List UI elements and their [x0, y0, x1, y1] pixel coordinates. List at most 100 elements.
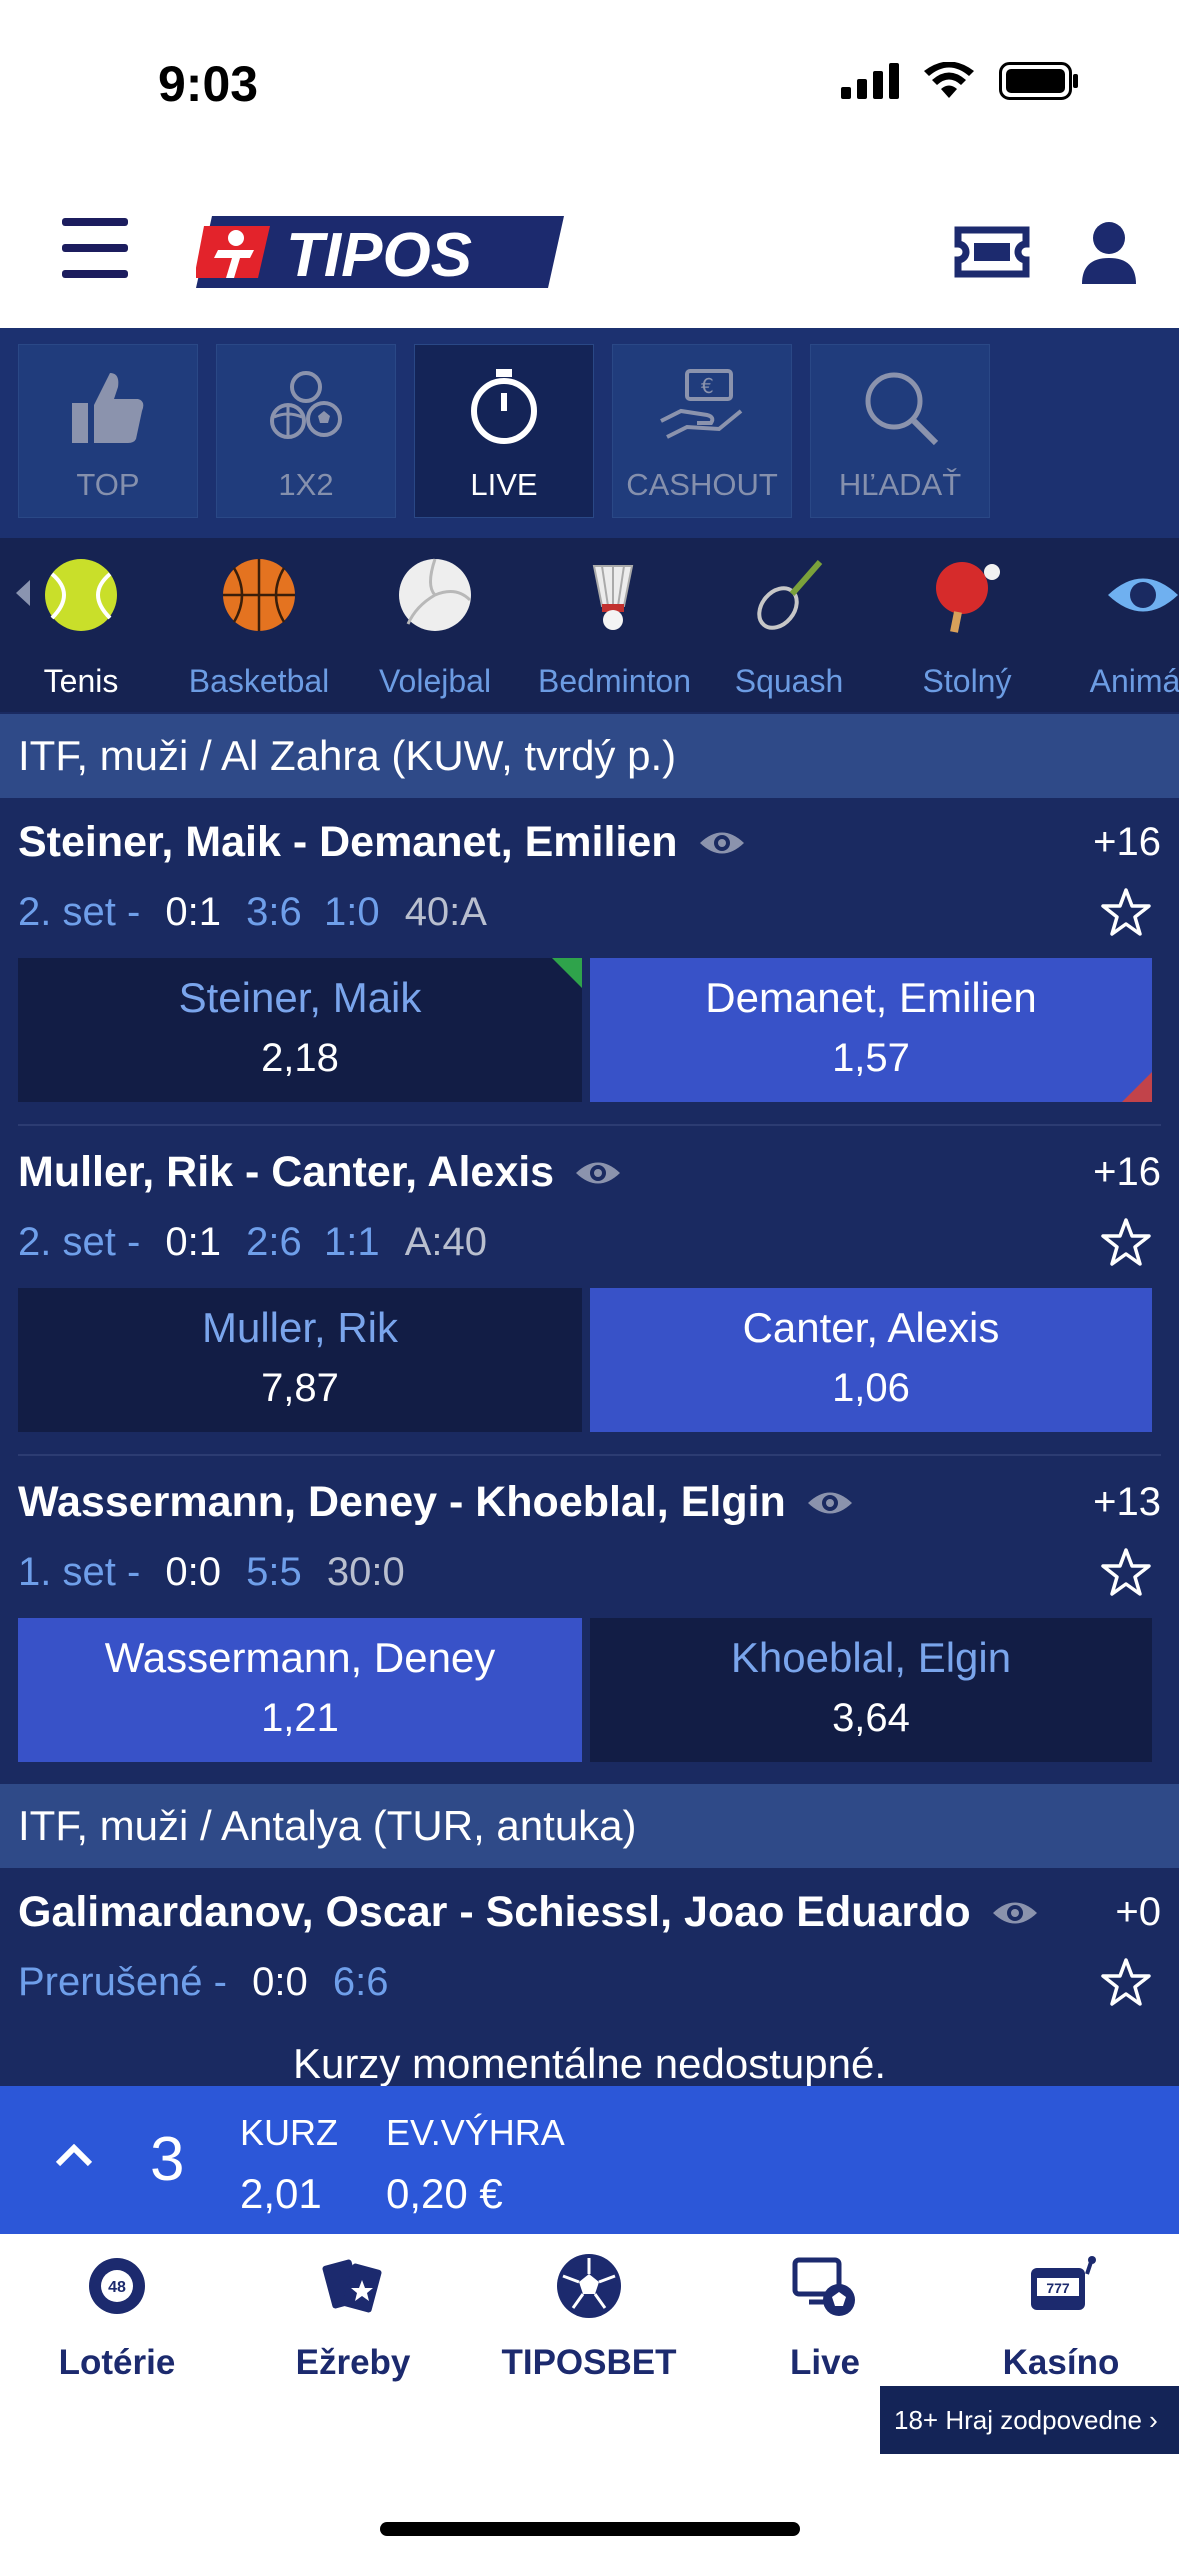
eye-icon [1108, 578, 1178, 612]
favorite-star-icon[interactable] [1099, 886, 1153, 940]
odds-value: 7,87 [261, 1366, 339, 1410]
nav-label: Ežreby [295, 2343, 411, 2382]
nav-label: Live [789, 2343, 861, 2382]
sport-label: Bedminton [538, 663, 691, 699]
live-score: 2. set - 0:1 3:6 1:0 40:A [18, 890, 487, 935]
battery-icon [999, 62, 1078, 100]
match-title[interactable]: Muller, Rik - Canter, Alexis [18, 1148, 622, 1197]
odds-name: Demanet, Emilien [705, 974, 1037, 1021]
nav-label: Kasíno [1002, 2343, 1120, 2382]
sport-badminton[interactable]: Bedminton [538, 556, 691, 706]
nav-casino[interactable]: 777 Kasíno [956, 2250, 1166, 2383]
nav-live[interactable]: Live [720, 2250, 930, 2383]
odds-name: Steiner, Maik [178, 974, 422, 1021]
odds-value: 1,57 [832, 1036, 910, 1080]
tab-label: TOP [76, 467, 140, 502]
favorite-star-icon[interactable] [1099, 1956, 1153, 2010]
odds-button[interactable]: Canter, Alexis 1,06 [590, 1288, 1152, 1432]
user-account-icon[interactable] [1080, 220, 1138, 284]
live-stream-eye-icon[interactable] [806, 1488, 854, 1518]
odds-value: 1,21 [261, 1696, 339, 1740]
more-markets-count[interactable]: +16 [1093, 820, 1161, 865]
live-stream-eye-icon[interactable] [698, 828, 746, 858]
ticket-icon[interactable] [954, 226, 1030, 278]
shuttlecock-icon [592, 565, 634, 630]
odds-button[interactable]: Muller, Rik 7,87 [18, 1288, 582, 1432]
score-points: 40:A [404, 890, 487, 934]
basketball-icon [223, 559, 295, 631]
sport-volleyball[interactable]: Volejbal [360, 556, 510, 706]
tab-live[interactable]: LIVE [414, 344, 594, 518]
score-sets: 0:0 [165, 1550, 221, 1594]
odds-value: 3,64 [832, 1696, 910, 1740]
match-name: Wassermann, Deney - Khoeblal, Elgin [18, 1478, 786, 1526]
tab-cashout[interactable]: € CASHOUT [612, 344, 792, 518]
sport-tennis[interactable]: Tenis [6, 556, 156, 706]
tennis-ball-icon [45, 559, 117, 631]
tab-top[interactable]: TOP [18, 344, 198, 518]
odds-button[interactable]: Demanet, Emilien 1,57 [590, 958, 1152, 1102]
more-markets-count[interactable]: +16 [1093, 1150, 1161, 1195]
odds-down-indicator [1122, 1072, 1152, 1102]
odds-name: Muller, Rik [201, 1304, 399, 1351]
favorite-star-icon[interactable] [1099, 1546, 1153, 1600]
league-header[interactable]: ITF, muži / Antalya (TUR, antuka) [0, 1784, 1179, 1868]
more-markets-count[interactable]: +0 [1115, 1890, 1161, 1935]
bottom-navigation: 48 Lotérie Ežreby TIPOSBET Live 777 Kasí… [0, 2234, 1179, 2556]
betslip-bar[interactable]: 3 KURZ 2,01 EV.VÝHRA 0,20 € [0, 2086, 1179, 2234]
sport-squash[interactable]: Squash [714, 556, 864, 706]
score-period: 1. set - [18, 1550, 141, 1594]
match-title[interactable]: Wassermann, Deney - Khoeblal, Elgin [18, 1478, 854, 1527]
lottery-badge: 48 [108, 2279, 126, 2296]
category-tabs: TOP 1X2 LIVE € CASHOUT HĽADAŤ [0, 328, 1179, 538]
menu-icon[interactable] [62, 218, 128, 278]
score-games: 6:6 [332, 1960, 389, 2004]
tab-label: CASHOUT [626, 467, 778, 502]
app-header: TIPOS [0, 170, 1179, 328]
slot-badge: 777 [1046, 2280, 1070, 2296]
squash-racket-icon [757, 560, 823, 630]
thumbs-up-icon [72, 373, 144, 443]
tab-1x2[interactable]: 1X2 [216, 344, 396, 518]
lottery-ball-icon: 48 [89, 2258, 145, 2314]
match-name: Steiner, Maik - Demanet, Emilien [18, 818, 678, 866]
score-period: 2. set - [18, 1220, 141, 1264]
league-header[interactable]: ITF, muži / Al Zahra (KUW, tvrdý p.) [0, 714, 1179, 798]
match-title[interactable]: Steiner, Maik - Demanet, Emilien [18, 818, 746, 867]
tipos-logo[interactable]: TIPOS [196, 216, 564, 288]
match-title[interactable]: Galimardanov, Oscar - Schiessl, Joao Edu… [18, 1888, 1039, 1937]
cellular-signal-icon [841, 63, 899, 99]
odds-name: Khoeblal, Elgin [730, 1634, 1012, 1681]
chevron-up-icon[interactable] [54, 2144, 94, 2168]
sport-table-tennis[interactable]: Stolný [892, 556, 1042, 706]
live-score: Prerušené - 0:0 6:6 [18, 1960, 388, 2005]
sport-basketball[interactable]: Basketbal [184, 556, 334, 706]
sport-animation[interactable]: Animác [1068, 556, 1179, 706]
odds-button[interactable]: Wassermann, Deney 1,21 [18, 1618, 582, 1762]
score-games: 2:6 1:1 [246, 1220, 380, 1264]
responsible-gaming-link[interactable]: 18+ Hraj zodpovedne › [880, 2386, 1179, 2454]
soccer-ball-icon [557, 2254, 621, 2318]
match-card: Steiner, Maik - Demanet, Emilien +16 2. … [0, 798, 1179, 1128]
score-games: 5:5 [246, 1550, 302, 1594]
tab-label: LIVE [470, 467, 538, 502]
search-icon [865, 372, 939, 446]
table-tennis-icon [936, 562, 1000, 633]
match-card: Wassermann, Deney - Khoeblal, Elgin +13 … [0, 1458, 1179, 1788]
sport-label: Tenis [43, 663, 119, 699]
more-markets-count[interactable]: +13 [1093, 1480, 1161, 1525]
favorite-star-icon[interactable] [1099, 1216, 1153, 1270]
live-stream-eye-icon[interactable] [991, 1898, 1039, 1928]
tab-search[interactable]: HĽADAŤ [810, 344, 990, 518]
cashout-hand-icon: € [660, 369, 743, 439]
odds-button[interactable]: Khoeblal, Elgin 3,64 [590, 1618, 1152, 1762]
nav-tiposbet[interactable]: TIPOSBET [484, 2250, 694, 2383]
odds-button[interactable]: Steiner, Maik 2,18 [18, 958, 582, 1102]
live-score: 2. set - 0:1 2:6 1:1 A:40 [18, 1220, 487, 1265]
live-stream-eye-icon[interactable] [574, 1158, 622, 1188]
potential-win-value: 0,20 € [386, 2170, 503, 2217]
odds-up-indicator [552, 958, 582, 988]
nav-scratch-cards[interactable]: Ežreby [248, 2250, 458, 2383]
stopwatch-icon [471, 369, 537, 444]
nav-lottery[interactable]: 48 Lotérie [12, 2250, 222, 2383]
